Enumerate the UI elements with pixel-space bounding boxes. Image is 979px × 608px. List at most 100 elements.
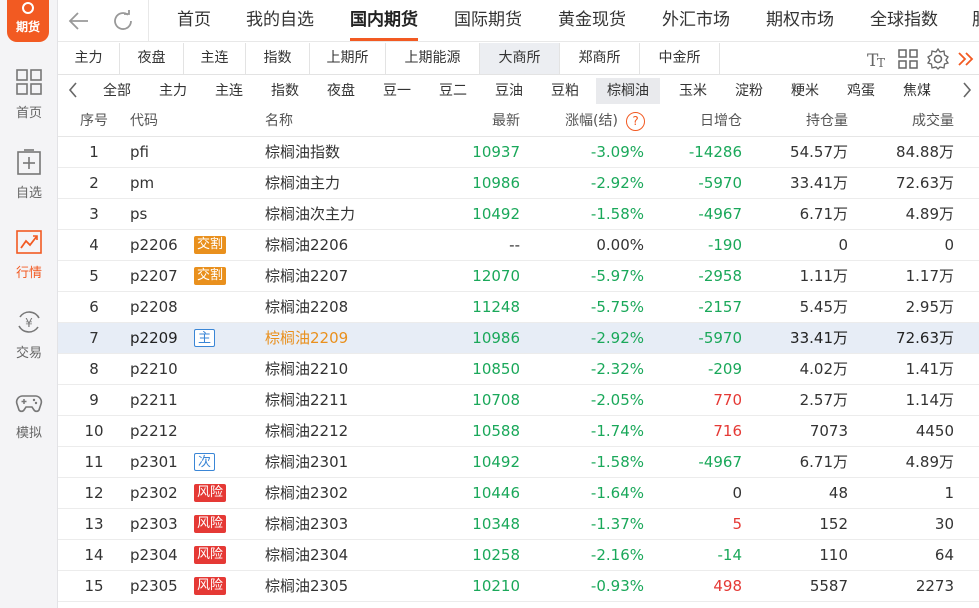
app-logo[interactable]: 期货 bbox=[7, 0, 49, 42]
sidebar-item-watchlist[interactable]: 自选 bbox=[0, 148, 58, 218]
prod-tab-rice[interactable]: 粳米 bbox=[782, 78, 828, 104]
row-code: p2208 bbox=[130, 298, 178, 316]
table-row[interactable]: 10 p2212 棕榈油2212 10588 -1.74% 716 7073 4450 bbox=[58, 416, 979, 447]
ex-tab-cffex[interactable]: 中金所 bbox=[640, 43, 720, 74]
row-open-interest: 5587 bbox=[809, 577, 848, 595]
row-last-price: 10492 bbox=[472, 453, 520, 471]
sidebar-item-trade[interactable]: ¥ 交易 bbox=[0, 308, 58, 378]
row-change-pct: -1.58% bbox=[590, 205, 644, 223]
sidebar-item-market[interactable]: 行情 bbox=[0, 228, 58, 298]
row-open-interest: 5.45万 bbox=[799, 298, 848, 316]
prod-tab-egg[interactable]: 鸡蛋 bbox=[838, 78, 884, 104]
tab-gold-spot[interactable]: 黄金现货 bbox=[558, 0, 626, 42]
double-chevron-right-icon[interactable] bbox=[956, 47, 976, 71]
tab-stock-partial[interactable]: 股 bbox=[972, 0, 979, 42]
row-daily-oi-change: 5 bbox=[732, 515, 742, 533]
ex-tab-main[interactable]: 主力 bbox=[58, 43, 120, 74]
font-size-icon[interactable]: T T bbox=[866, 47, 890, 71]
row-open-interest: 54.57万 bbox=[790, 143, 848, 161]
prod-tab-all[interactable]: 全部 bbox=[94, 78, 140, 104]
ex-tab-index[interactable]: 指数 bbox=[246, 43, 310, 74]
table-row[interactable]: 9 p2211 棕榈油2211 10708 -2.05% 770 2.57万 1.14万 bbox=[58, 385, 979, 416]
table-row[interactable]: 7 p2209 主 棕榈油2209 10986 -2.92% -5970 33.41万 72.6… bbox=[58, 323, 979, 354]
chart-icon bbox=[16, 230, 42, 254]
row-name: 棕榈油主力 bbox=[265, 174, 341, 192]
row-open-interest: 48 bbox=[828, 484, 848, 502]
row-open-interest: 152 bbox=[819, 515, 848, 533]
table-row[interactable]: 1 pfi 棕榈油指数 10937 -3.09% -14286 54.57万 84.88万 bbox=[58, 137, 979, 168]
ex-tab-continuous[interactable]: 主连 bbox=[184, 43, 246, 74]
header-name[interactable]: 名称 bbox=[265, 106, 415, 137]
row-code: p2209 bbox=[130, 329, 178, 347]
row-name: 棕榈油2301 bbox=[265, 453, 349, 471]
prod-tab-soybean1[interactable]: 豆一 bbox=[374, 78, 420, 104]
prod-tab-main[interactable]: 主力 bbox=[150, 78, 196, 104]
row-code: p2302 bbox=[130, 484, 178, 502]
refresh-icon[interactable] bbox=[111, 9, 135, 33]
header-last-price[interactable]: 最新 bbox=[438, 106, 520, 137]
row-open-interest: 33.41万 bbox=[790, 329, 848, 347]
row-last-price: 10937 bbox=[472, 143, 520, 161]
header-volume[interactable]: 成交量 bbox=[858, 106, 954, 137]
table-row[interactable]: 4 p2206 交割 棕榈油2206 -- 0.00% -190 0 0 bbox=[58, 230, 979, 261]
table-row[interactable]: 11 p2301 次 棕榈油2301 10492 -1.58% -4967 6.71万 4.89… bbox=[58, 447, 979, 478]
ex-tab-czce[interactable]: 郑商所 bbox=[560, 43, 640, 74]
tab-home[interactable]: 首页 bbox=[177, 0, 211, 42]
row-daily-oi-change: -209 bbox=[707, 360, 742, 378]
table-row[interactable]: 15 p2305 风险 棕榈油2305 10210 -0.93% 498 5587 2273 bbox=[58, 571, 979, 602]
header-daily-oi-change[interactable]: 日增仓 bbox=[658, 106, 742, 137]
prod-tab-soybean2[interactable]: 豆二 bbox=[430, 78, 476, 104]
tab-domestic-futures[interactable]: 国内期货 bbox=[350, 0, 418, 42]
header-change-pct[interactable]: 涨幅(结) bbox=[534, 106, 618, 137]
row-name: 棕榈油2302 bbox=[265, 484, 349, 502]
ex-tab-ine[interactable]: 上期能源 bbox=[386, 43, 480, 74]
header-index[interactable]: 序号 bbox=[74, 106, 114, 137]
prod-tab-corn[interactable]: 玉米 bbox=[670, 78, 716, 104]
prod-tab-soy-meal[interactable]: 豆粕 bbox=[542, 78, 588, 104]
sidebar-item-label: 首页 bbox=[15, 106, 42, 121]
chevron-right-icon[interactable] bbox=[960, 80, 974, 100]
prod-tab-starch[interactable]: 淀粉 bbox=[726, 78, 772, 104]
ex-tab-night[interactable]: 夜盘 bbox=[120, 43, 184, 74]
prod-tab-palm-oil[interactable]: 棕榈油 bbox=[596, 78, 660, 104]
chevron-left-icon[interactable] bbox=[66, 80, 80, 100]
tab-intl-futures[interactable]: 国际期货 bbox=[454, 0, 522, 42]
prod-tab-continuous[interactable]: 主连 bbox=[206, 78, 252, 104]
row-tag-cell: 风险 bbox=[194, 478, 234, 509]
sidebar-item-home[interactable]: 首页 bbox=[0, 68, 58, 138]
table-row[interactable]: 6 p2208 棕榈油2208 11248 -5.75% -2157 5.45万 2.95万 bbox=[58, 292, 979, 323]
table-row[interactable]: 3 ps 棕榈油次主力 10492 -1.58% -4967 6.71万 4.89万 bbox=[58, 199, 979, 230]
table-row[interactable]: 12 p2302 风险 棕榈油2302 10446 -1.64% 0 48 1 bbox=[58, 478, 979, 509]
header-code[interactable]: 代码 bbox=[130, 106, 200, 137]
table-row[interactable]: 8 p2210 棕榈油2210 10850 -2.32% -209 4.02万 1.41万 bbox=[58, 354, 979, 385]
top-navigation: 首页 我的自选 国内期货 国际期货 黄金现货 外汇市场 期权市场 全球指数 股 bbox=[58, 0, 979, 42]
gear-icon[interactable] bbox=[926, 47, 950, 71]
yuan-cycle-icon: ¥ bbox=[18, 311, 40, 333]
row-tag-cell: 风险 bbox=[194, 571, 234, 602]
table-row[interactable]: 2 pm 棕榈油主力 10986 -2.92% -5970 33.41万 72.63万 bbox=[58, 168, 979, 199]
table-row[interactable]: 5 p2207 交割 棕榈油2207 12070 -5.97% -2958 1.11万 1.17… bbox=[58, 261, 979, 292]
row-tag-cell: 交割 bbox=[194, 261, 234, 292]
header-open-interest[interactable]: 持仓量 bbox=[758, 106, 848, 137]
row-index: 7 bbox=[89, 329, 99, 347]
back-arrow-icon[interactable] bbox=[66, 9, 90, 33]
table-row[interactable]: 14 p2304 风险 棕榈油2304 10258 -2.16% -14 110 64 bbox=[58, 540, 979, 571]
ex-tab-shfe[interactable]: 上期所 bbox=[310, 43, 386, 74]
table-row[interactable]: 13 p2303 风险 棕榈油2303 10348 -1.37% 5 152 30 bbox=[58, 509, 979, 540]
prod-tab-coking-coal[interactable]: 焦煤 bbox=[894, 78, 940, 104]
sidebar-item-simulate[interactable]: 模拟 bbox=[0, 388, 58, 458]
row-daily-oi-change: 770 bbox=[713, 391, 742, 409]
tab-options[interactable]: 期权市场 bbox=[766, 0, 834, 42]
tab-watchlist[interactable]: 我的自选 bbox=[246, 0, 314, 42]
prod-tab-index[interactable]: 指数 bbox=[262, 78, 308, 104]
prod-tab-night[interactable]: 夜盘 bbox=[318, 78, 364, 104]
ex-tab-dce[interactable]: 大商所 bbox=[480, 43, 560, 74]
tab-forex[interactable]: 外汇市场 bbox=[662, 0, 730, 42]
help-icon[interactable]: ? bbox=[626, 112, 645, 131]
row-code: p2211 bbox=[130, 391, 178, 409]
tab-global-index[interactable]: 全球指数 bbox=[870, 0, 938, 42]
layout-grid-icon[interactable] bbox=[896, 47, 920, 71]
row-last-price: 10492 bbox=[472, 205, 520, 223]
prod-tab-soy-oil[interactable]: 豆油 bbox=[486, 78, 532, 104]
row-last-price: 10986 bbox=[472, 329, 520, 347]
